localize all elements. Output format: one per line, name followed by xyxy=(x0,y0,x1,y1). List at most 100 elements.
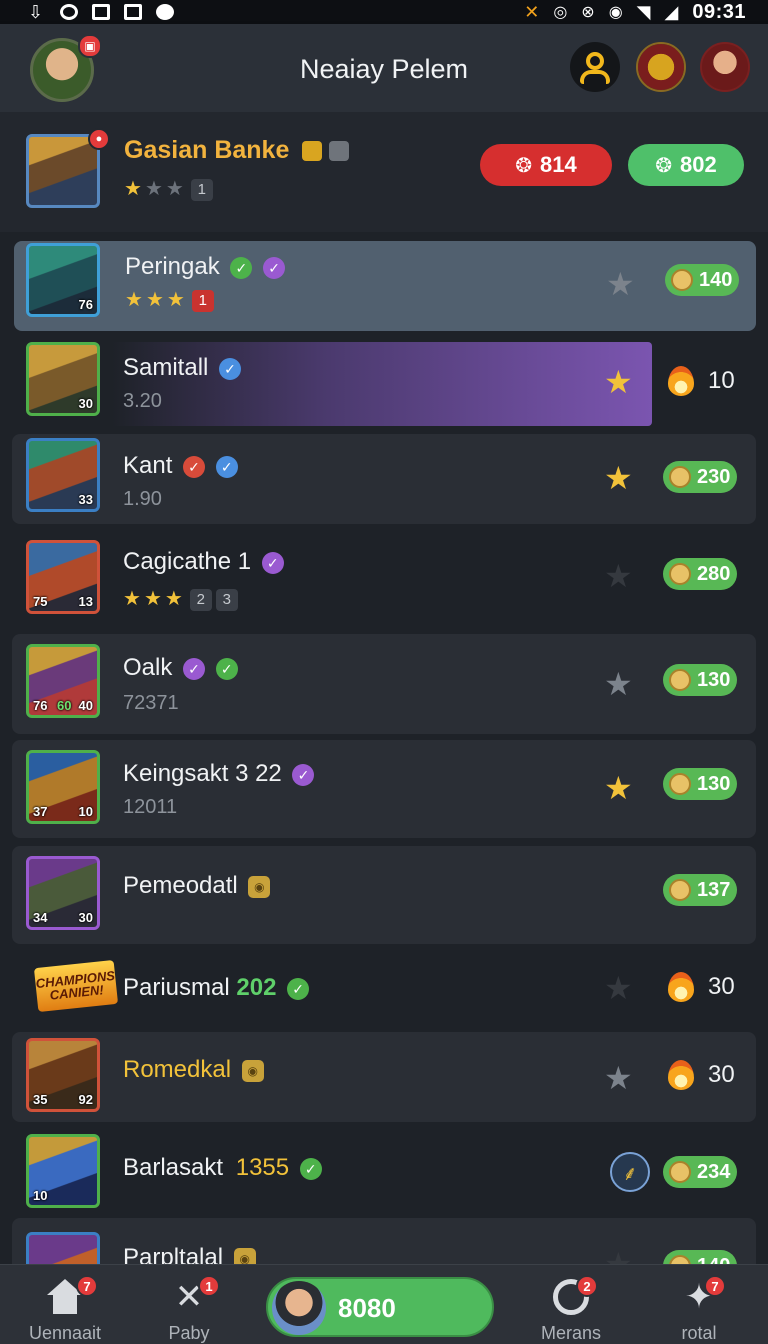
list-item[interactable]: 35 92 Romedkal ★ 30 xyxy=(12,1032,756,1122)
player-stat: 3.20 xyxy=(123,390,162,412)
star-icon: ★ xyxy=(144,178,166,200)
gold-badge-icon xyxy=(233,1247,256,1264)
green-amount-pill[interactable]: ❂ 802 xyxy=(628,144,744,186)
favorite-star-icon[interactable]: ★ xyxy=(604,1248,633,1264)
nav-search[interactable]: 2 Merans xyxy=(516,1265,626,1344)
flame-value: 30 xyxy=(668,1060,735,1090)
player-portrait: 10 xyxy=(26,1134,100,1208)
currency-icon: ❂ xyxy=(515,154,533,177)
value-pill: 234 xyxy=(663,1156,737,1188)
star-icon: ★ xyxy=(125,289,146,311)
account-button[interactable] xyxy=(570,42,620,92)
favorite-star-icon[interactable]: ★ xyxy=(604,462,633,494)
value-pill: 230 xyxy=(663,461,737,493)
nav-badge: 1 xyxy=(198,1275,220,1297)
star-icon: ★ xyxy=(165,178,187,200)
player-name: Oalk xyxy=(123,654,238,682)
value-pill: 280 xyxy=(663,558,737,590)
portrait-number: 76 xyxy=(33,698,48,713)
player-stat: 1.90 xyxy=(123,488,162,510)
verified-green-icon xyxy=(230,256,253,279)
shield-coin-icon xyxy=(669,669,691,691)
bag-icon xyxy=(124,4,142,20)
nav-home[interactable]: 7 Uennaait xyxy=(10,1265,120,1344)
favorite-star-icon[interactable]: ★ xyxy=(606,268,635,300)
favorite-star-icon[interactable]: ★ xyxy=(604,972,633,1004)
player-stat: 72371 xyxy=(123,692,179,714)
player-portrait: 37 10 xyxy=(26,750,100,824)
verified-blue-icon xyxy=(219,357,242,380)
favorite-star-icon[interactable]: ★ xyxy=(604,560,633,592)
nav-total[interactable]: ✦ 7 rotal xyxy=(644,1265,754,1344)
cup-icon xyxy=(669,773,691,795)
favorite-star-icon[interactable]: ★ xyxy=(604,1062,633,1094)
red-amount-pill[interactable]: ❂ 814 xyxy=(480,144,612,186)
gold-badge-icon xyxy=(248,875,271,898)
shield-coin-icon xyxy=(669,879,691,901)
wallet-button[interactable]: 8080 xyxy=(266,1277,494,1337)
player-name: Romedkal xyxy=(123,1056,264,1084)
player-name: Pariusmal 202 xyxy=(123,974,310,1002)
favorite-star-icon[interactable]: ★ xyxy=(604,772,633,804)
alarm-icon: ⊗ xyxy=(581,4,595,21)
player-name: Barlasakt 1355 xyxy=(123,1154,322,1182)
verified-purple-icon xyxy=(292,763,315,786)
nav-label: Paby xyxy=(168,1323,210,1343)
player-portrait: 76 60 40 xyxy=(26,644,100,718)
list-item[interactable]: 76 60 40 Oalk 72371 ★ 130 xyxy=(12,634,756,734)
star-icon: ★ xyxy=(166,289,188,311)
rank-chip: 1 xyxy=(191,289,214,312)
signal-badge-icon: ◎ xyxy=(553,4,568,21)
star-rating: ★★★ 2 3 xyxy=(123,586,238,611)
portrait-number: 34 xyxy=(33,910,48,925)
portrait-number: 60 xyxy=(57,698,72,713)
nav-play[interactable]: ✕ 1 Paby xyxy=(134,1265,244,1344)
portrait-number: 33 xyxy=(78,492,93,507)
list-item[interactable]: CHAMPIONS CANIEN! Pariusmal 202 ★ 30 xyxy=(12,950,756,1028)
verified-red-icon xyxy=(183,455,206,478)
flame-icon xyxy=(668,366,694,396)
wifi-icon: ◥ xyxy=(636,1,651,22)
nav-badge: 7 xyxy=(704,1275,726,1297)
wallet-amount: 8080 xyxy=(338,1293,396,1323)
portrait-number: 10 xyxy=(33,1188,48,1203)
list-item[interactable]: Parpltalal ★ 140 xyxy=(12,1218,756,1264)
nav-label: Merans xyxy=(540,1323,602,1343)
list-item[interactable]: 33 Kant 1.90 ★ 230 xyxy=(12,434,756,524)
status-left-icons: ⇩ xyxy=(28,3,174,21)
portrait-number: 76 xyxy=(78,297,93,312)
gold-badge-icon xyxy=(241,1059,264,1082)
flame-value: 30 xyxy=(668,972,735,1002)
list-item[interactable]: 75 13 Cagicathe 1 ★★★23 ★ 280 xyxy=(12,530,756,626)
list-item[interactable]: 76 Peringak ★★★1 ★ 140 xyxy=(14,241,756,331)
game-logo-button[interactable] xyxy=(636,42,686,92)
player-portrait: 35 92 xyxy=(26,1038,100,1112)
friend-avatar[interactable] xyxy=(700,42,750,92)
list-item[interactable]: 34 30 Pemeodatl 137 xyxy=(12,846,756,944)
top-player-row[interactable]: ● Gasian Banke ★★★ 1 ❂ 814 ❂ 802 xyxy=(0,112,768,232)
favorite-star-icon[interactable]: ★ xyxy=(604,668,633,700)
portrait-alert-icon: ● xyxy=(88,128,110,150)
rank-chip: 1 xyxy=(190,178,213,201)
portrait-number: 30 xyxy=(78,396,93,411)
player-portrait: 33 xyxy=(26,438,100,512)
portrait-number: 10 xyxy=(78,804,93,819)
portrait-number: 92 xyxy=(78,1092,93,1107)
cup-icon xyxy=(669,466,691,488)
portrait-number: 13 xyxy=(78,594,93,609)
star-icon: ★ xyxy=(123,588,144,610)
flame-icon xyxy=(668,972,694,1002)
flame-icon xyxy=(668,1060,694,1090)
nav-badge: 7 xyxy=(76,1275,98,1297)
list-item[interactable]: 10 Barlasakt 1355 ⸙ 234 xyxy=(12,1128,756,1214)
power-icon xyxy=(60,4,78,20)
favorite-star-icon[interactable]: ★ xyxy=(604,366,633,398)
player-name: Keingsakt 3 22 xyxy=(123,760,315,788)
value-pill: 140 xyxy=(665,264,739,296)
cup-icon xyxy=(671,269,693,291)
wheat-icon[interactable]: ⸙ xyxy=(610,1152,650,1192)
list-item[interactable]: 37 10 Keingsakt 3 22 12011 ★ 130 xyxy=(12,740,756,838)
portrait-number: 35 xyxy=(33,1092,48,1107)
list-item[interactable]: 30 Samitall 3.20 ★ 10 xyxy=(12,338,756,430)
gold-tag-icon xyxy=(302,141,323,162)
